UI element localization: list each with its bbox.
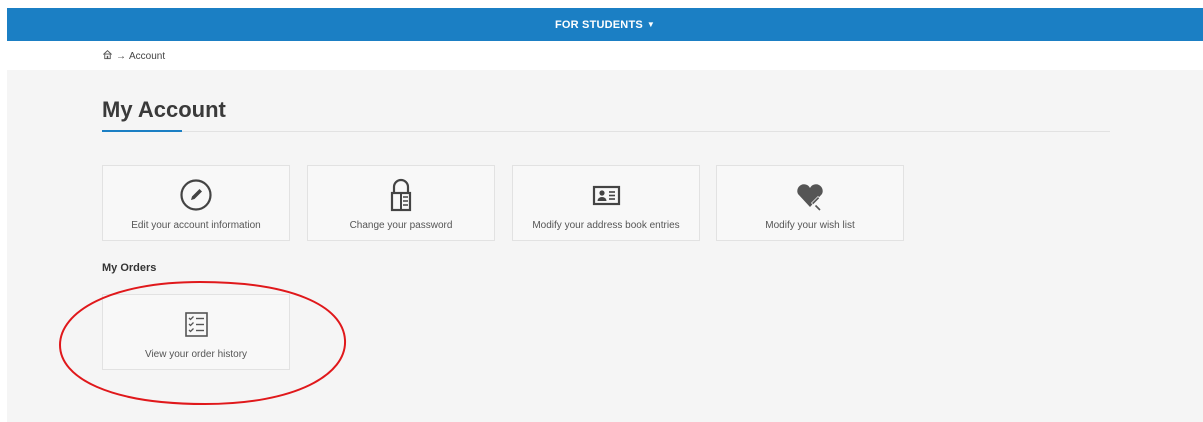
title-divider [102, 131, 1110, 132]
edit-account-label: Edit your account information [131, 220, 261, 231]
top-nav-bar: FOR STUDENTS ▼ [7, 8, 1203, 41]
wish-list-label: Modify your wish list [765, 220, 855, 231]
caret-down-icon: ▼ [646, 19, 656, 29]
order-history-card[interactable]: View your order history [102, 294, 290, 370]
for-students-label: FOR STUDENTS [554, 18, 643, 31]
order-history-label: View your order history [144, 349, 248, 360]
address-book-label: Modify your address book entries [532, 220, 680, 231]
address-card-icon [589, 178, 623, 212]
checklist-icon [179, 307, 213, 341]
page-title: My Account [102, 97, 226, 122]
pencil-circle-icon [179, 178, 213, 212]
breadcrumb: → Account [102, 49, 165, 63]
change-password-card[interactable]: Change your password [307, 165, 495, 241]
title-accent-underline [102, 130, 182, 132]
breadcrumb-current[interactable]: Account [129, 51, 165, 62]
padlock-icon [384, 178, 418, 212]
my-orders-heading: My Orders [102, 262, 157, 274]
heart-edit-icon [793, 178, 827, 212]
breadcrumb-separator: → [116, 50, 126, 62]
address-book-card[interactable]: Modify your address book entries [512, 165, 700, 241]
change-password-label: Change your password [349, 220, 453, 231]
for-students-menu[interactable]: FOR STUDENTS ▼ [555, 19, 655, 31]
edit-account-card[interactable]: Edit your account information [102, 165, 290, 241]
home-icon[interactable] [102, 49, 113, 63]
wish-list-card[interactable]: Modify your wish list [716, 165, 904, 241]
